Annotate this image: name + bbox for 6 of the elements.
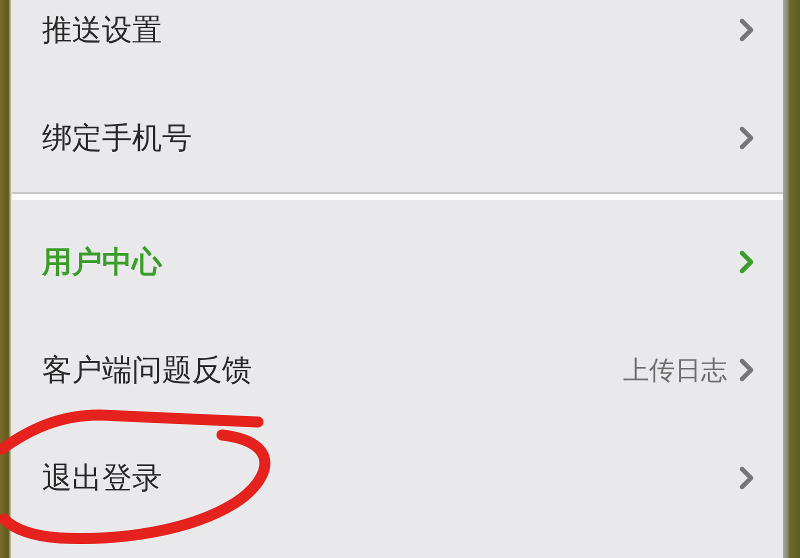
row-label: 绑定手机号	[42, 120, 193, 158]
row-label: 用户中心	[42, 244, 164, 282]
row-label: 客户端问题反馈	[42, 352, 253, 390]
row-label: 退出登录	[42, 460, 163, 498]
row-label: 推送设置	[42, 12, 163, 50]
row-value: 上传日志	[623, 354, 727, 388]
